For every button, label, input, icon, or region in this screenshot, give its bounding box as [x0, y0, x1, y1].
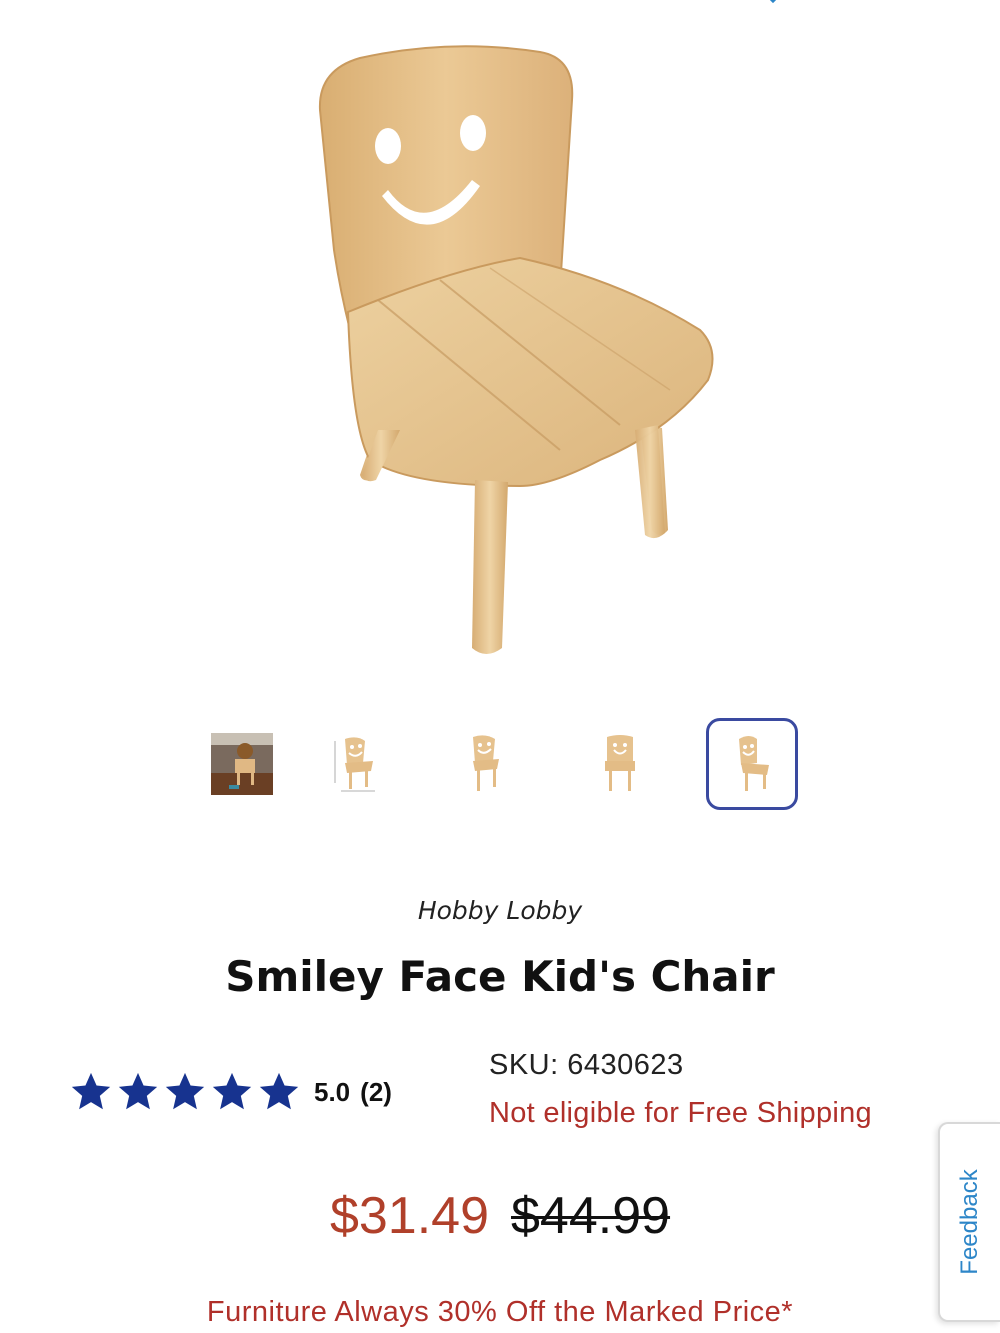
rating-count[interactable]: (2) — [360, 1077, 392, 1108]
sale-price: $31.49 — [329, 1187, 489, 1245]
rating-value: 5.0 — [314, 1076, 351, 1107]
shipping-note: Not eligible for Free Shipping — [489, 1097, 872, 1129]
promo-text: Furniture Always 30% Off the Marked Pric… — [206, 1296, 794, 1328]
product-hero-image[interactable] — [290, 30, 820, 670]
original-price: $44.99 — [511, 1187, 671, 1245]
product-title: Smiley Face Kid's Chair — [225, 952, 775, 1001]
thumbnail-angle-right[interactable] — [706, 718, 798, 810]
thumbnail-angle-left[interactable] — [438, 718, 530, 810]
thumbnail-front[interactable] — [574, 718, 666, 810]
feedback-tab[interactable]: Feedback — [938, 1122, 1000, 1322]
vendor-name[interactable]: Hobby Lobby — [0, 896, 1000, 925]
star-icon — [115, 1069, 161, 1115]
rating-stars — [68, 1069, 302, 1115]
price-row: $31.49 $44.99 — [0, 1186, 1000, 1246]
star-icon — [68, 1069, 114, 1115]
thumbnail-strip — [0, 718, 1000, 810]
thumbnail-lifestyle[interactable] — [196, 718, 288, 810]
star-icon — [162, 1069, 208, 1115]
feedback-label: Feedback — [956, 1169, 983, 1275]
chevron-down-icon — [769, 0, 777, 4]
star-icon — [256, 1069, 302, 1115]
thumbnail-dimensions[interactable] — [312, 718, 404, 810]
star-icon — [209, 1069, 255, 1115]
product-sku: SKU: 6430623 — [489, 1049, 684, 1081]
product-rating[interactable]: 5.0 (2) — [68, 1066, 392, 1118]
